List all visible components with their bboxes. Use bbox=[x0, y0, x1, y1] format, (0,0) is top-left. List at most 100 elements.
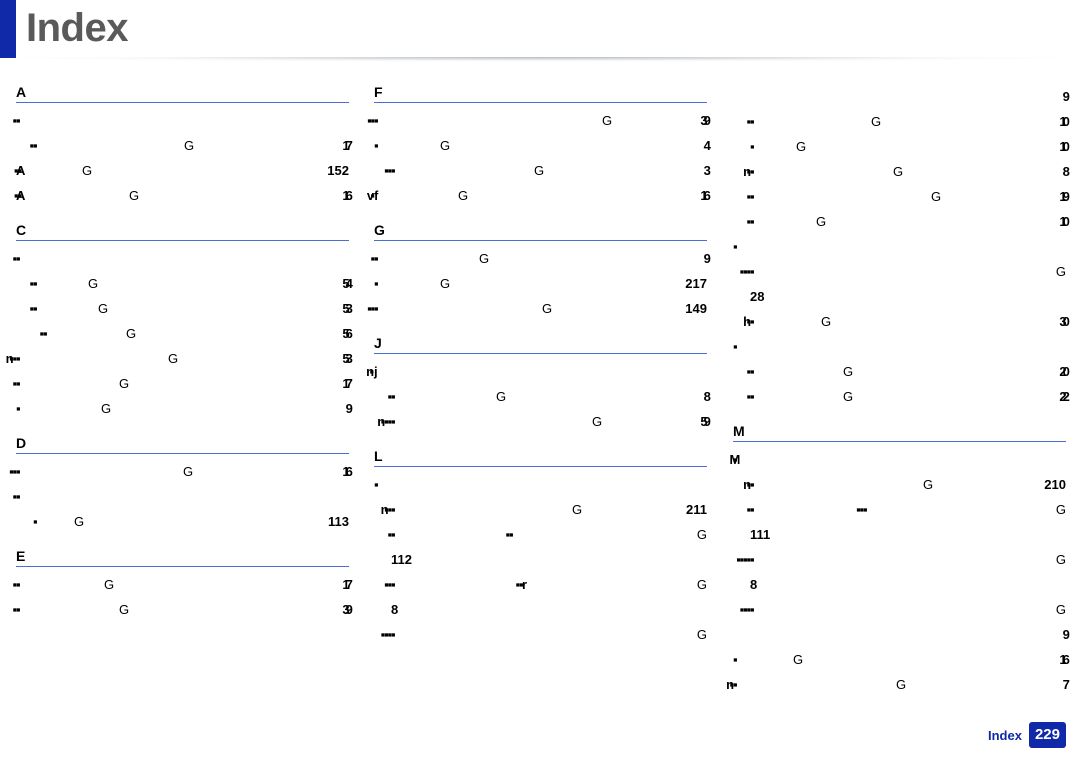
index-entry[interactable]: ▪▪hG30 bbox=[733, 309, 1070, 334]
index-entry-page-number[interactable]: 53 bbox=[342, 346, 352, 371]
index-entry[interactable]: ▪▪G8 bbox=[374, 384, 712, 409]
index-entry-page-number[interactable]: 8 bbox=[1063, 159, 1071, 184]
index-entry[interactable]: ▪▪▪▪▪G bbox=[733, 497, 1066, 522]
index-entry[interactable]: ▪▪▪nG211 bbox=[374, 497, 707, 522]
index-section: Jj▪n▪▪G8▪▪▪▪nG59 bbox=[374, 321, 712, 434]
index-entry-page-number[interactable]: 16 bbox=[342, 183, 352, 208]
index-entry-page-number[interactable]: 59 bbox=[700, 409, 710, 434]
index-entry-page-number[interactable]: 20 bbox=[1059, 359, 1069, 384]
index-entry-page-number[interactable]: 10 bbox=[1059, 209, 1069, 234]
index-entry[interactable]: A▪▪G16 bbox=[16, 183, 353, 208]
index-entry-page-number[interactable]: 217 bbox=[685, 271, 707, 296]
index-entry-page-number[interactable]: 16 bbox=[1059, 647, 1069, 672]
index-entry-page-number[interactable]: 9 bbox=[1063, 84, 1071, 109]
index-entry[interactable]: ▪▪G20 bbox=[733, 359, 1070, 384]
index-entry[interactable]: ▪▪▪nG53 bbox=[16, 346, 353, 371]
index-entry-page-number[interactable]: 3 bbox=[704, 158, 712, 183]
index-entry-page-number[interactable]: 111 bbox=[733, 522, 1066, 547]
index-entry[interactable]: ▪▪▪▪G bbox=[374, 522, 707, 547]
index-entry-separator: G bbox=[816, 214, 827, 229]
index-entry[interactable]: ▪▪G22 bbox=[733, 384, 1070, 409]
index-entry[interactable]: ▪G4 bbox=[374, 133, 712, 158]
index-section-letter: C bbox=[16, 222, 27, 238]
index-entry[interactable]: ▪▪▪G3 bbox=[374, 158, 712, 183]
index-entry[interactable]: ▪▪▪▪▪G bbox=[733, 547, 1066, 572]
index-entry[interactable]: ▪▪nG210 bbox=[733, 472, 1066, 497]
index-entry[interactable]: ▪▪G54 bbox=[16, 271, 353, 296]
index-entry[interactable]: ▪▪▪▪G bbox=[733, 259, 1066, 284]
index-entry[interactable]: ▪▪▪▪G bbox=[733, 597, 1066, 622]
index-entry[interactable]: ▪▪ bbox=[16, 108, 349, 133]
index-entry[interactable]: ▪▪G56 bbox=[16, 321, 353, 346]
index-entry-separator: G bbox=[88, 276, 99, 291]
index-entry[interactable]: ▪▪nG7 bbox=[733, 672, 1071, 697]
index-entry-page-number[interactable]: 53 bbox=[342, 296, 352, 321]
index-entry[interactable]: ▪▪▪G16 bbox=[16, 459, 353, 484]
index-entry[interactable]: ▪M bbox=[733, 447, 1066, 472]
index-entry[interactable]: ▪G217 bbox=[374, 271, 707, 296]
index-entry-page-number[interactable]: 9 bbox=[704, 246, 712, 271]
index-entry[interactable]: ▪▪G19 bbox=[733, 184, 1070, 209]
index-entry-page-number[interactable]: 8 bbox=[374, 597, 707, 622]
index-entry-separator: G bbox=[592, 414, 603, 429]
index-entry[interactable]: ▪▪▪▪nG59 bbox=[374, 409, 711, 434]
index-entry[interactable]: ▪▪G10 bbox=[733, 109, 1070, 134]
index-entry-page-number[interactable]: 113 bbox=[328, 509, 349, 534]
index-entry[interactable]: ▪ bbox=[733, 234, 1066, 259]
index-entry-page-number[interactable]: 8 bbox=[733, 572, 1066, 597]
index-entry[interactable]: ▪▪G17 bbox=[16, 133, 353, 158]
index-entry-page-number[interactable]: 19 bbox=[1059, 184, 1069, 209]
index-entry-page-number[interactable]: 39 bbox=[700, 108, 710, 133]
index-entry[interactable]: ▪▪nG8 bbox=[733, 159, 1071, 184]
index-entry-page-number[interactable]: 211 bbox=[686, 497, 707, 522]
index-entry-page-number[interactable]: 54 bbox=[342, 271, 352, 296]
index-entry-page-number[interactable]: 8 bbox=[704, 384, 712, 409]
index-entry[interactable]: ▪▪G53 bbox=[16, 296, 353, 321]
index-entry[interactable]: f▪vG16 bbox=[374, 183, 711, 208]
index-entry[interactable]: ▪G9 bbox=[16, 396, 354, 421]
index-entry-page-number[interactable]: 39 bbox=[342, 597, 352, 622]
index-entry-page-number[interactable]: 16 bbox=[342, 459, 352, 484]
index-entry[interactable]: j▪n bbox=[374, 359, 707, 384]
index-entry[interactable]: ▪▪G10 bbox=[733, 209, 1070, 234]
index-section-letter: M bbox=[733, 423, 745, 439]
index-entry[interactable]: ▪ bbox=[374, 472, 707, 497]
index-entry-page-number[interactable]: 17 bbox=[342, 133, 352, 158]
index-entry-separator: G bbox=[821, 314, 832, 329]
index-entry-page-number[interactable]: 56 bbox=[342, 321, 352, 346]
index-entry-page-number[interactable]: 210 bbox=[1044, 472, 1066, 497]
index-entry-page-number[interactable]: 9 bbox=[346, 396, 354, 421]
index-entry-page-number[interactable]: 16 bbox=[700, 183, 710, 208]
index-entry[interactable]: ▪▪G39 bbox=[16, 597, 353, 622]
index-entry-page-number[interactable]: 149 bbox=[685, 296, 707, 321]
index-entry[interactable]: ▪▪G17 bbox=[16, 371, 353, 396]
index-entry[interactable]: ▪▪G17 bbox=[16, 572, 353, 597]
index-entry[interactable]: ▪▪ bbox=[16, 246, 349, 271]
index-entry[interactable]: ▪▪▪G39 bbox=[374, 108, 711, 133]
index-entry-page-number[interactable]: 10 bbox=[1059, 134, 1069, 159]
index-entry[interactable]: ▪▪▪G149 bbox=[374, 296, 707, 321]
index-entry[interactable]: ▪▪ bbox=[16, 484, 349, 509]
index-entry-page-number[interactable]: 17 bbox=[342, 371, 352, 396]
index-entry[interactable]: A▪▪G152 bbox=[16, 158, 349, 183]
index-entry-page-number[interactable]: 4 bbox=[704, 133, 712, 158]
index-entry[interactable]: 9 bbox=[733, 84, 1071, 109]
index-entry-page-number[interactable]: 30 bbox=[1059, 309, 1069, 334]
index-entry-page-number[interactable]: 112 bbox=[374, 547, 707, 572]
index-entry-page-number[interactable]: 22 bbox=[1059, 384, 1069, 409]
index-entry[interactable]: ▪G16 bbox=[733, 647, 1070, 672]
index-entry[interactable]: ▪G113 bbox=[16, 509, 349, 534]
index-entry[interactable]: ▪ bbox=[733, 334, 1066, 359]
index-entry-page-number[interactable]: 7 bbox=[1063, 672, 1071, 697]
index-section-letter: L bbox=[374, 448, 383, 464]
index-entry[interactable]: ▪▪▪▪G bbox=[374, 622, 707, 647]
index-entry-page-number[interactable]: 28 bbox=[733, 284, 1066, 309]
index-entry-page-number[interactable]: 17 bbox=[342, 572, 352, 597]
index-entry[interactable]: ▪▪G9 bbox=[374, 246, 712, 271]
index-entry-page-number[interactable]: 9 bbox=[733, 622, 1070, 647]
index-entry[interactable]: ▪▪▪r▪▪G bbox=[374, 572, 707, 597]
index-entry-separator: G bbox=[572, 502, 583, 517]
index-entry[interactable]: ▪G10 bbox=[733, 134, 1070, 159]
index-entry-page-number[interactable]: 152 bbox=[327, 158, 349, 183]
index-entry-page-number[interactable]: 10 bbox=[1059, 109, 1069, 134]
